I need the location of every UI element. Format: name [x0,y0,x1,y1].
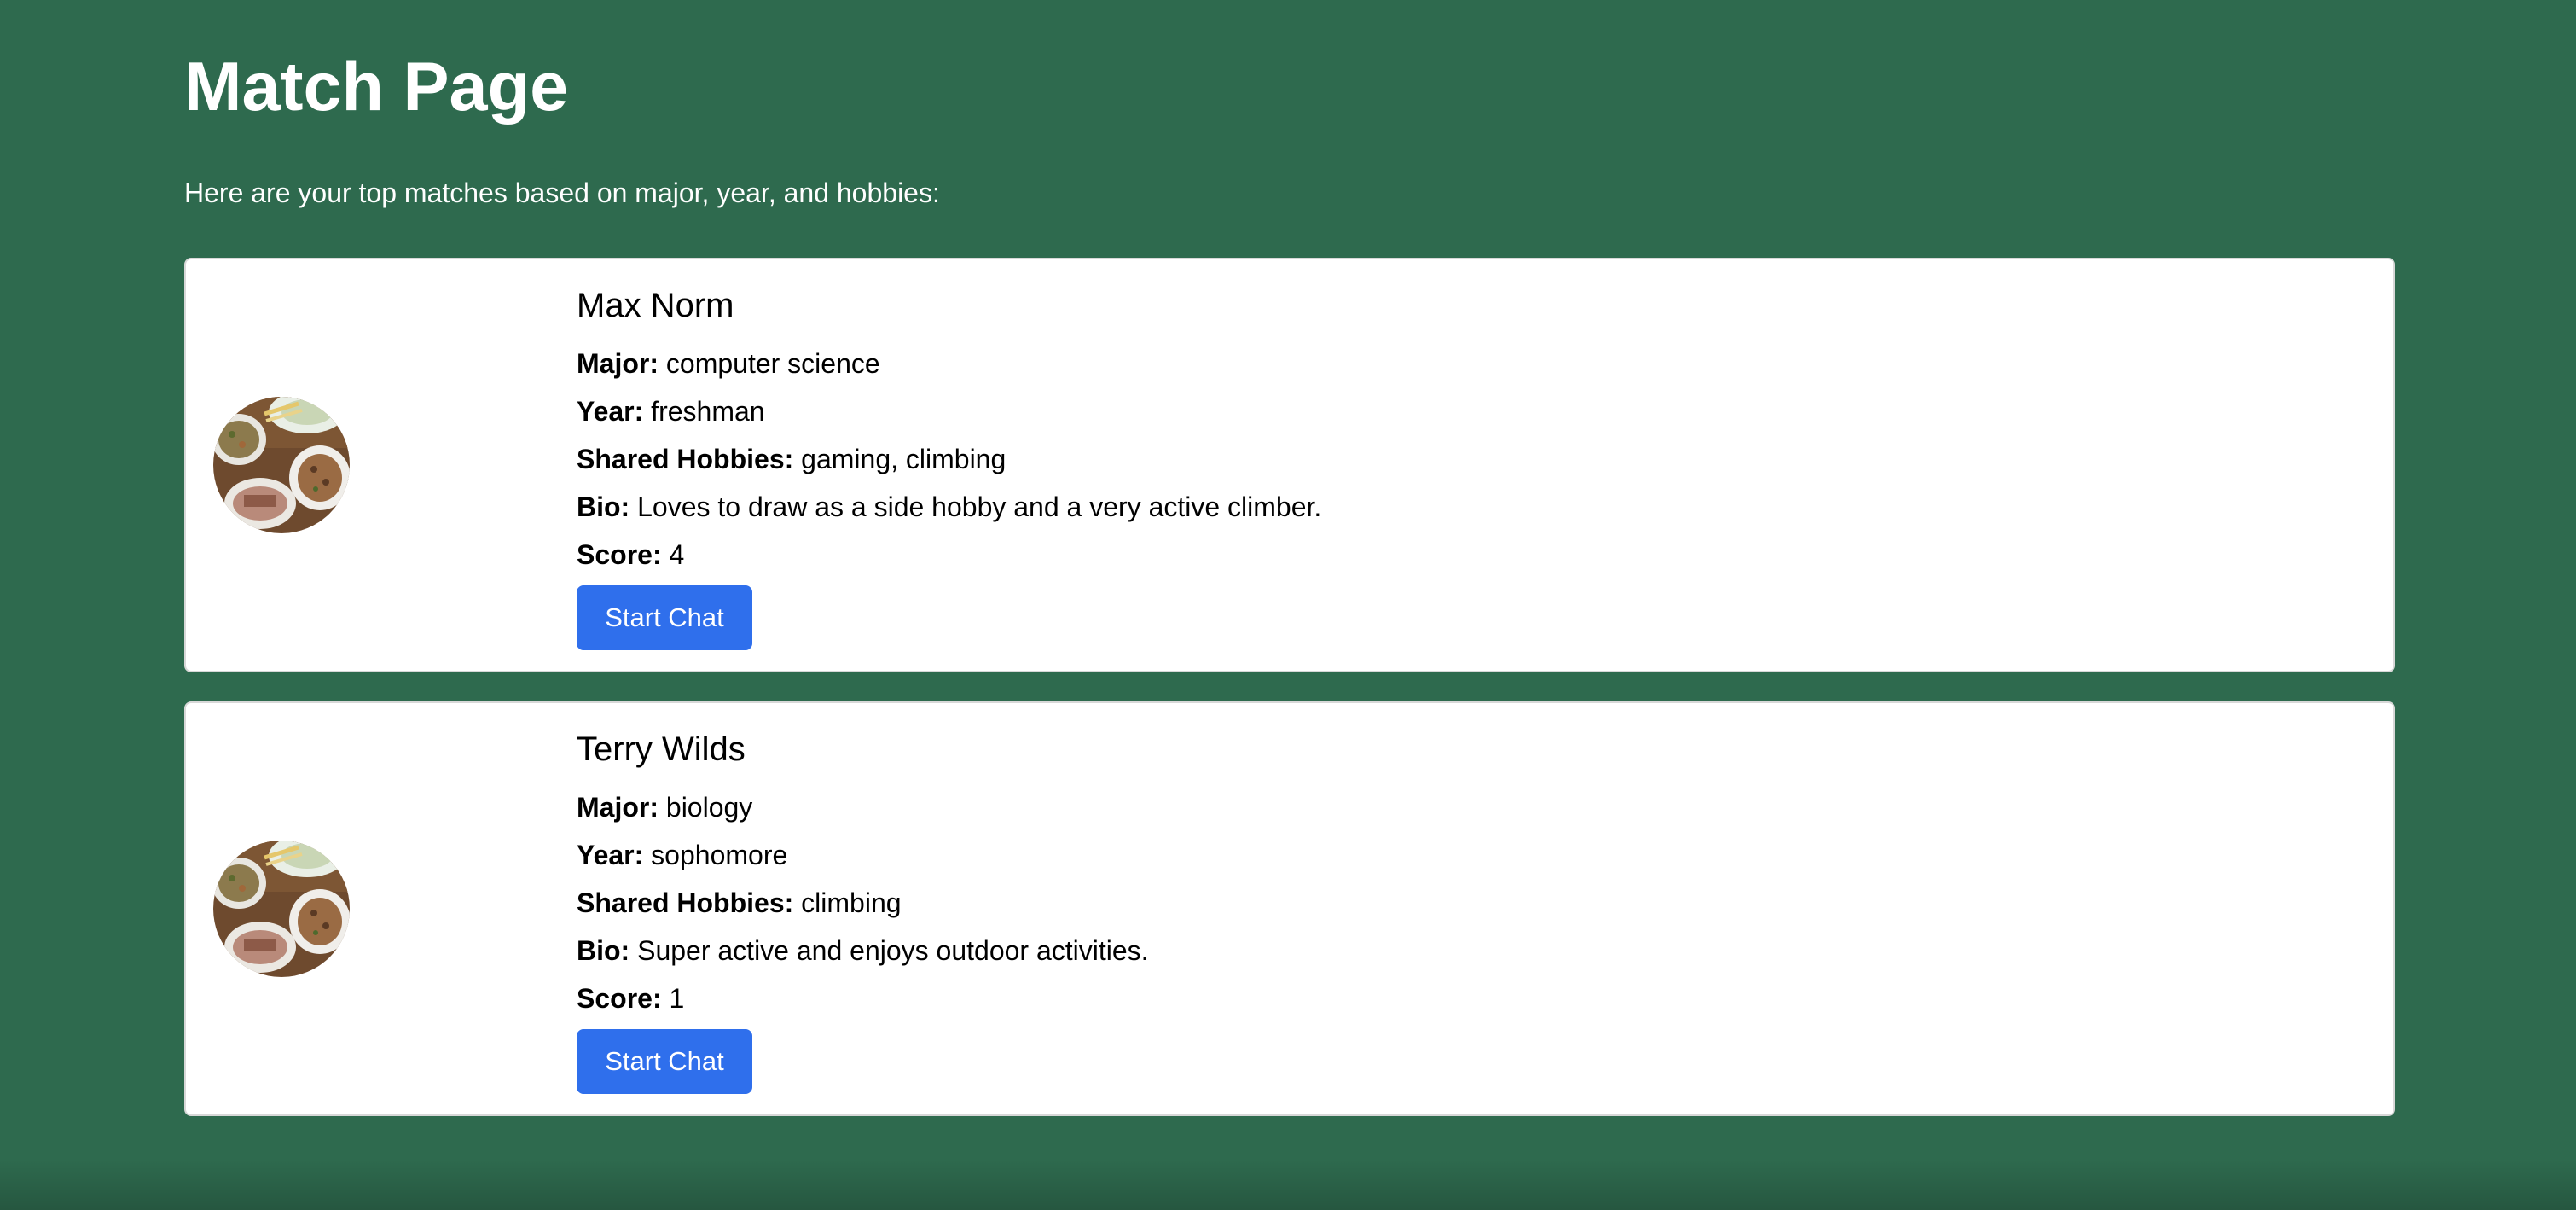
score-label: Score: [577,983,662,1014]
bio-row: Bio: Loves to draw as a side hobby and a… [577,483,1321,531]
match-info: Max Norm Major: computer science Year: f… [577,283,1321,650]
bio-row: Bio: Super active and enjoys outdoor act… [577,927,1149,974]
major-row: Major: biology [577,783,1149,831]
match-card: Terry Wilds Major: biology Year: sophomo… [184,701,2395,1116]
major-value: computer science [665,348,880,379]
hobbies-value: climbing [801,887,902,918]
page-intro: Here are your top matches based on major… [184,177,940,208]
avatar [213,841,350,977]
match-name: Terry Wilds [577,730,746,768]
start-chat-button[interactable]: Start Chat [577,585,752,650]
major-row: Major: computer science [577,340,1321,387]
match-info: Terry Wilds Major: biology Year: sophomo… [577,727,1149,1094]
year-value: freshman [651,396,765,427]
score-label: Score: [577,539,662,570]
year-label: Year: [577,396,644,427]
page-title: Match Page [184,49,569,125]
start-chat-button[interactable]: Start Chat [577,1029,752,1094]
year-value: sophomore [651,840,788,870]
window-bottom-shadow [0,1159,2576,1210]
bio-value: Loves to draw as a side hobby and a very… [637,492,1322,522]
score-value: 1 [669,983,685,1014]
major-label: Major: [577,348,659,379]
hobbies-row: Shared Hobbies: gaming, climbing [577,435,1321,483]
bio-label: Bio: [577,492,630,522]
score-value: 4 [669,539,685,570]
year-row: Year: sophomore [577,831,1149,879]
match-card: Max Norm Major: computer science Year: f… [184,258,2395,672]
avatar-food-photo [213,397,350,533]
hobbies-label: Shared Hobbies: [577,887,794,918]
major-label: Major: [577,792,659,823]
hobbies-label: Shared Hobbies: [577,444,794,474]
major-value: biology [665,792,753,823]
score-row: Score: 4 [577,531,1321,579]
hobbies-row: Shared Hobbies: climbing [577,879,1149,927]
score-row: Score: 1 [577,974,1149,1022]
match-name: Max Norm [577,287,734,324]
match-list: Max Norm Major: computer science Year: f… [184,258,2395,1145]
year-label: Year: [577,840,644,870]
bio-label: Bio: [577,935,630,966]
avatar [213,397,350,533]
bio-value: Super active and enjoys outdoor activiti… [637,935,1149,966]
avatar-food-photo [213,841,350,977]
year-row: Year: freshman [577,387,1321,435]
hobbies-value: gaming, climbing [801,444,1007,474]
